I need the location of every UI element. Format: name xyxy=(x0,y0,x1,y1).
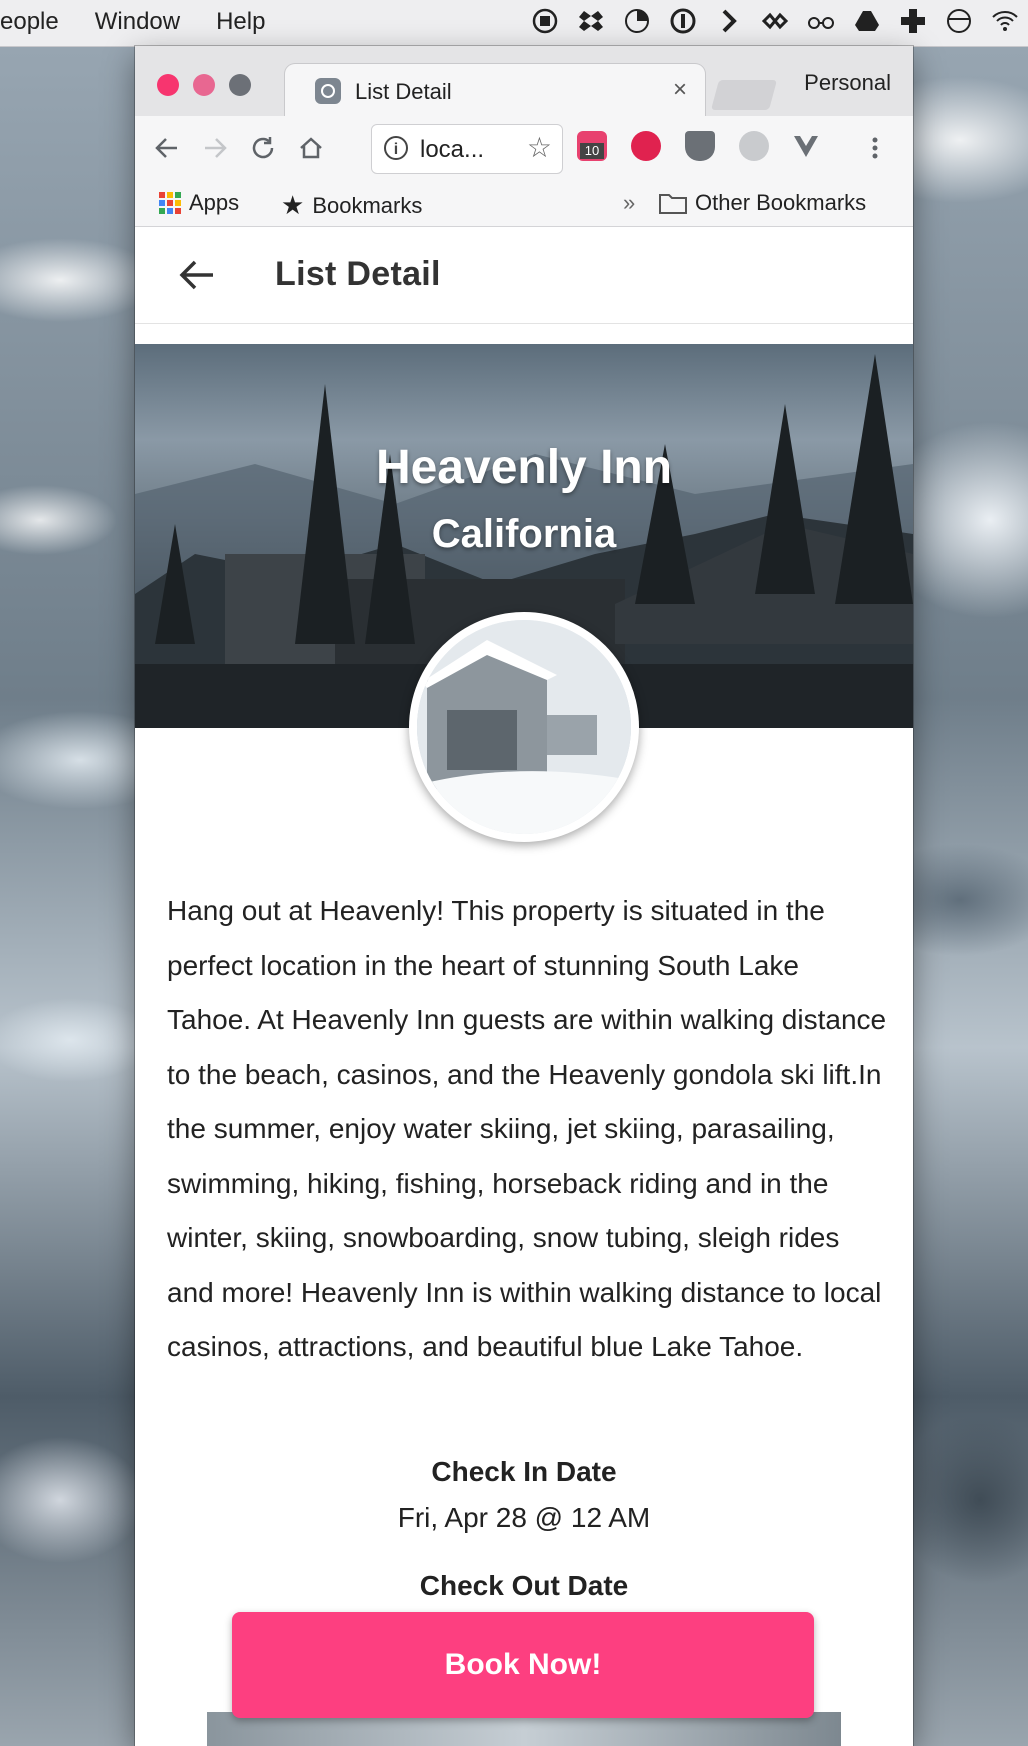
favicon-icon xyxy=(315,78,341,104)
tab-strip: List Detail × Personal xyxy=(135,46,913,116)
check-in-value: Fri, Apr 28 @ 12 AM xyxy=(397,1502,651,1533)
bookmarks-bar: Apps ★ Bookmarks » Other Bookmarks xyxy=(135,180,913,227)
back-arrow-icon[interactable] xyxy=(175,253,219,297)
zoom-window-button[interactable] xyxy=(229,74,251,96)
drive-icon[interactable] xyxy=(852,6,882,36)
dropbox-icon[interactable] xyxy=(576,6,606,36)
profile-button[interactable]: Personal xyxy=(804,70,891,96)
stop-icon[interactable] xyxy=(530,6,560,36)
close-window-button[interactable] xyxy=(157,74,179,96)
glasses-icon[interactable] xyxy=(806,6,836,36)
menu-item-people[interactable]: eople xyxy=(0,8,59,36)
adblock-extension-icon[interactable] xyxy=(631,131,661,161)
bookmark-apps[interactable]: Apps xyxy=(159,190,239,216)
window-controls xyxy=(157,74,251,96)
menu-item-window[interactable]: Window xyxy=(95,8,180,36)
page-title: List Detail xyxy=(275,255,441,293)
check-out-label: Check Out Date xyxy=(419,1570,629,1601)
browser-toolbar: i loca... ☆ 10 xyxy=(135,116,913,180)
chevron-icon[interactable] xyxy=(714,6,744,36)
tab-title: List Detail xyxy=(355,79,452,104)
calendar-extension-icon[interactable]: 10 xyxy=(577,131,607,161)
hotel-avatar xyxy=(409,612,639,842)
new-tab-button[interactable] xyxy=(710,80,778,110)
calendar-badge: 10 xyxy=(580,143,604,159)
back-arrow-icon[interactable] xyxy=(149,130,185,166)
browser-window: List Detail × Personal i loca... ☆ 10 Ap… xyxy=(135,46,913,1746)
bookmark-other[interactable]: Other Bookmarks xyxy=(659,190,866,216)
hotel-thumbnail-image xyxy=(417,620,631,834)
address-bar[interactable]: i loca... ☆ xyxy=(371,124,563,174)
forward-arrow-icon[interactable] xyxy=(197,130,233,166)
close-tab-icon[interactable]: × xyxy=(673,76,687,104)
pocket-extension-icon[interactable] xyxy=(685,131,715,161)
star-icon: ★ xyxy=(281,190,305,220)
apps-grid-icon xyxy=(159,192,181,214)
more-menu-icon[interactable] xyxy=(857,130,893,166)
minimize-window-button[interactable] xyxy=(193,74,215,96)
book-now-button[interactable]: Book Now! xyxy=(232,1612,814,1718)
check-in-label: Check In Date xyxy=(431,1456,617,1487)
menu-bar: eople Window Help xyxy=(0,0,1028,47)
vue-devtools-icon[interactable] xyxy=(791,131,821,161)
app-bar: List Detail xyxy=(135,227,913,324)
address-url[interactable]: loca... xyxy=(420,136,484,164)
bookmarks-overflow[interactable]: » xyxy=(623,190,635,216)
hotel-name: Heavenly Inn xyxy=(375,441,673,494)
pie-icon[interactable] xyxy=(622,6,652,36)
circle-slash-icon[interactable] xyxy=(944,6,974,36)
bookmark-bookmarks[interactable]: ★ Bookmarks xyxy=(281,190,422,221)
tab-list-detail[interactable]: List Detail × xyxy=(285,64,705,116)
folder-icon xyxy=(659,194,687,214)
extension-icon[interactable] xyxy=(739,131,769,161)
hotel-location: California xyxy=(431,512,617,556)
hotel-description: Hang out at Heavenly! This property is s… xyxy=(167,895,887,1362)
bookmarks-label: Bookmarks xyxy=(312,192,423,218)
info-icon[interactable]: i xyxy=(384,136,408,160)
plus-icon[interactable] xyxy=(898,6,928,36)
onepassword-icon[interactable] xyxy=(668,6,698,36)
infinity-icon[interactable] xyxy=(760,6,790,36)
other-bookmarks-label: Other Bookmarks xyxy=(695,190,867,215)
bookmark-star-icon[interactable]: ☆ xyxy=(527,131,552,164)
apps-label: Apps xyxy=(189,190,240,215)
menu-item-help[interactable]: Help xyxy=(216,8,265,36)
home-icon[interactable] xyxy=(293,130,329,166)
reload-icon[interactable] xyxy=(245,130,281,166)
wifi-icon[interactable] xyxy=(990,6,1020,36)
